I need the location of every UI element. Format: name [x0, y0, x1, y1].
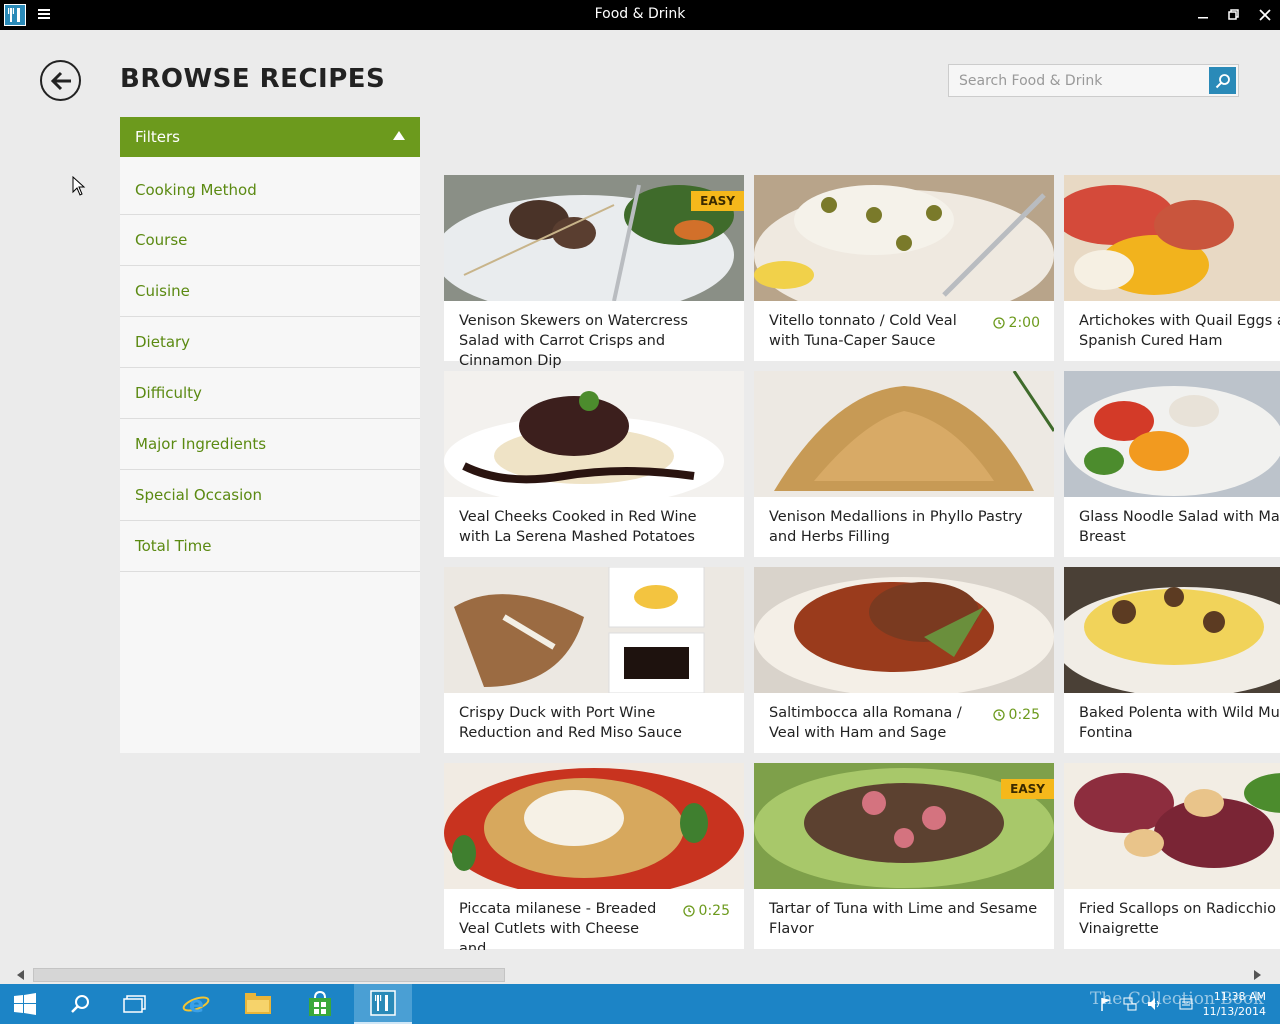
minimize-icon	[1198, 17, 1208, 19]
recipe-image	[1064, 175, 1280, 301]
filter-dietary[interactable]: Dietary	[120, 317, 420, 368]
recipe-title: Artichokes with Quail Eggs and Spanish C…	[1079, 313, 1280, 349]
restore-button[interactable]	[1219, 0, 1249, 30]
recipe-time: 0:25	[682, 903, 730, 919]
clock-date: 11/13/2014	[1202, 1005, 1266, 1018]
recipe-image	[444, 763, 744, 889]
food-drink-app-icon[interactable]	[354, 984, 412, 1024]
back-arrow-icon	[50, 71, 71, 90]
recipe-image	[444, 371, 744, 497]
filters-header[interactable]: Filters	[120, 117, 420, 157]
mouse-cursor-icon	[72, 176, 86, 196]
windows-start-icon[interactable]	[0, 984, 50, 1024]
filter-course[interactable]: Course	[120, 215, 420, 266]
recipe-image	[1064, 567, 1280, 693]
notifications-icon[interactable]	[1176, 984, 1196, 1024]
flag-icon[interactable]	[1096, 984, 1116, 1024]
scroll-thumb[interactable]	[33, 968, 505, 982]
recipe-image	[754, 567, 1054, 693]
clock-time: 11:38 AM	[1213, 990, 1266, 1003]
filter-special-occasion[interactable]: Special Occasion	[120, 470, 420, 521]
search-box	[948, 64, 1239, 97]
recipe-image	[1064, 371, 1280, 497]
recipe-time-value: 0:25	[1008, 707, 1040, 723]
recipe-time: 2:00	[992, 315, 1040, 331]
recipe-image	[1064, 763, 1280, 889]
recipe-title: Saltimbocca alla Romana / Veal with Ham …	[769, 705, 962, 741]
difficulty-badge: EASY	[1001, 779, 1054, 799]
back-button[interactable]	[40, 60, 81, 101]
recipe-card[interactable]: Piccata milanese - Breaded Veal Cutlets …	[444, 763, 744, 950]
scroll-left-icon[interactable]	[15, 969, 27, 981]
close-button[interactable]	[1250, 0, 1280, 30]
clock-icon	[992, 317, 1005, 329]
recipe-image	[754, 175, 1054, 301]
recipe-title: Fried Scallops on Radicchio S Parsley Vi…	[1079, 901, 1280, 937]
filter-major-ingredients[interactable]: Major Ingredients	[120, 419, 420, 470]
task-view-icon[interactable]	[110, 984, 160, 1024]
restore-icon	[1228, 9, 1239, 20]
volume-icon[interactable]	[1144, 984, 1164, 1024]
internet-explorer-icon[interactable]: e	[170, 984, 222, 1024]
recipe-title: Veal Cheeks Cooked in Red Wine with La S…	[459, 509, 697, 545]
recipe-title: Crispy Duck with Port Wine Reduction and…	[459, 705, 682, 741]
recipe-card[interactable]: EASY Venison Skewers on Watercress Salad…	[444, 175, 744, 369]
recipe-card[interactable]: Saltimbocca alla Romana / Veal with Ham …	[754, 567, 1054, 753]
recipe-time: 0:25	[992, 707, 1040, 723]
recipe-title: Venison Skewers on Watercress Salad with…	[459, 313, 688, 369]
recipe-card[interactable]: EASY Tartar of Tuna with Lime and Sesame…	[754, 763, 1054, 949]
scroll-right-icon[interactable]	[1252, 969, 1264, 981]
triangle-up-icon	[393, 131, 405, 140]
search-input[interactable]	[949, 65, 1209, 96]
recipe-time-value: 0:25	[698, 903, 730, 919]
recipe-card[interactable]: Glass Noodle Salad with Mar Chicken Brea…	[1064, 371, 1280, 557]
system-clock[interactable]: 11:38 AM 11/13/2014	[1203, 989, 1266, 1019]
search-icon	[1215, 73, 1230, 88]
filters-title: Filters	[135, 128, 180, 146]
filter-cooking-method[interactable]: Cooking Method	[120, 165, 420, 215]
recipe-grid: EASY Venison Skewers on Watercress Salad…	[444, 175, 1280, 950]
recipe-title: Venison Medallions in Phyllo Pastry and …	[769, 509, 1023, 545]
search-icon[interactable]	[55, 984, 105, 1024]
search-button[interactable]	[1209, 67, 1236, 94]
recipe-title: Vitello tonnato / Cold Veal with Tuna-Ca…	[769, 313, 957, 349]
recipe-title: Baked Polenta with Wild Mu and Fontina	[1079, 705, 1280, 741]
store-icon[interactable]	[294, 984, 346, 1024]
recipe-title: Glass Noodle Salad with Mar Chicken Brea…	[1079, 509, 1280, 545]
filters-panel: Cooking Method Course Cuisine Dietary Di…	[120, 157, 420, 753]
close-icon	[1259, 9, 1271, 21]
title-bar: Food & Drink	[0, 0, 1280, 30]
recipe-time-value: 2:00	[1008, 315, 1040, 331]
recipe-card[interactable]: Crispy Duck with Port Wine Reduction and…	[444, 567, 744, 753]
filter-difficulty[interactable]: Difficulty	[120, 368, 420, 419]
filter-cuisine[interactable]: Cuisine	[120, 266, 420, 317]
file-explorer-icon[interactable]	[232, 984, 284, 1024]
recipe-image	[754, 371, 1054, 497]
recipe-card[interactable]: Vitello tonnato / Cold Veal with Tuna-Ca…	[754, 175, 1054, 361]
window-title: Food & Drink	[594, 6, 686, 22]
minimize-button[interactable]	[1188, 0, 1218, 30]
page-title: BROWSE RECIPES	[120, 64, 386, 94]
recipe-card[interactable]: Venison Medallions in Phyllo Pastry and …	[754, 371, 1054, 557]
difficulty-badge: EASY	[691, 191, 744, 211]
recipe-card[interactable]: Baked Polenta with Wild Mu and Fontina	[1064, 567, 1280, 753]
clock-icon	[682, 905, 695, 917]
recipe-card[interactable]: Veal Cheeks Cooked in Red Wine with La S…	[444, 371, 744, 557]
clock-icon	[992, 709, 1005, 721]
filter-total-time[interactable]: Total Time	[120, 521, 420, 572]
horizontal-scrollbar[interactable]	[0, 966, 1280, 984]
recipe-card[interactable]: Fried Scallops on Radicchio S Parsley Vi…	[1064, 763, 1280, 949]
recipe-title: Piccata milanese - Breaded Veal Cutlets …	[459, 901, 657, 950]
recipe-image	[444, 567, 744, 693]
recipe-card[interactable]: Artichokes with Quail Eggs and Spanish C…	[1064, 175, 1280, 361]
network-icon[interactable]	[1120, 984, 1140, 1024]
recipe-title: Tartar of Tuna with Lime and Sesame Flav…	[769, 901, 1038, 937]
svg-text:e: e	[189, 993, 204, 1017]
taskbar: e The Collection Book 11:38 AM 11/13/201…	[0, 984, 1280, 1024]
